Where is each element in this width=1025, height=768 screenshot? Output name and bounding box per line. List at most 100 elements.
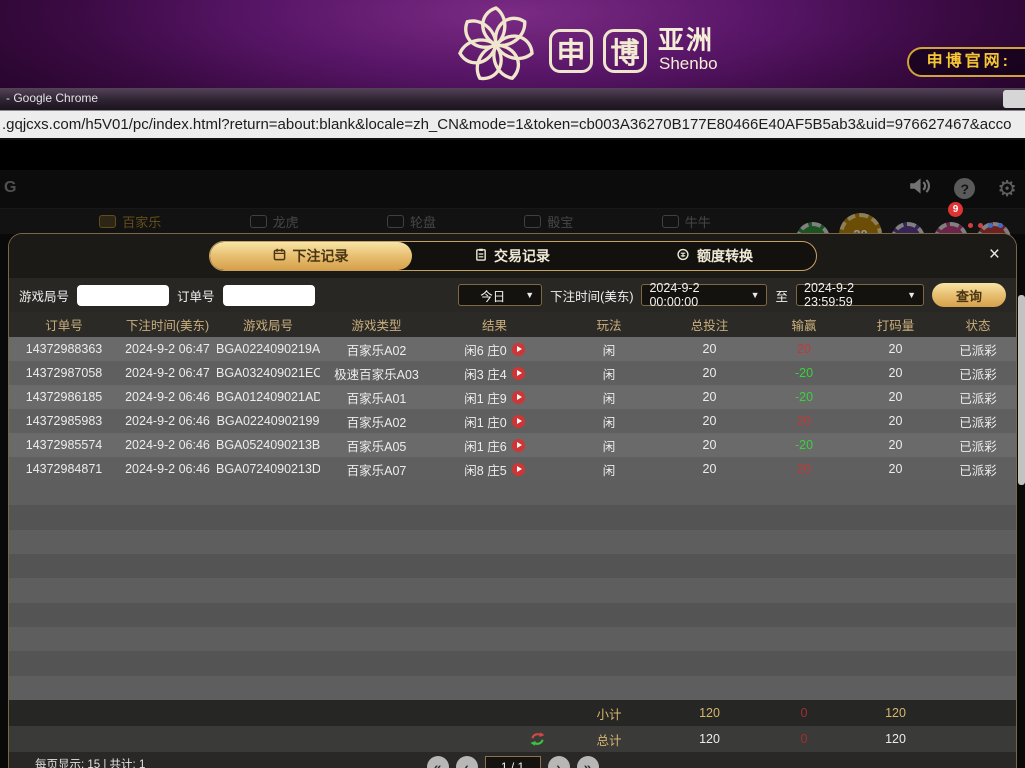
column-header: 结果: [433, 315, 556, 334]
total-turnover: 120: [851, 732, 940, 746]
play-video-button[interactable]: [512, 439, 525, 452]
result-text: 闲6 庄0: [464, 340, 506, 359]
cell-bet-time: 2024-9-2 06:46: [119, 462, 216, 476]
column-header: 玩法: [556, 315, 662, 334]
cell-order-id: 14372986185: [9, 390, 119, 404]
cell-round-id: BGA0524090213B: [216, 438, 320, 452]
game-round-input[interactable]: [77, 285, 169, 306]
brand-banner: 申 博 亚洲 Shenbo 申博官网:: [0, 0, 1025, 88]
tab-transactions[interactable]: 交易记录: [412, 242, 614, 270]
empty-row: [9, 676, 1016, 700]
window-control-button[interactable]: [1003, 90, 1025, 108]
to-label: 至: [775, 286, 788, 305]
cell-play: 闲: [556, 340, 662, 359]
empty-row: [9, 530, 1016, 554]
calendar-icon: [273, 248, 286, 264]
scrollbar[interactable]: [1018, 295, 1025, 485]
empty-row: [9, 578, 1016, 602]
table-row[interactable]: 143729859832024-9-2 06:46BGA02240902199百…: [9, 409, 1016, 433]
empty-row: [9, 481, 1016, 505]
brand-region-text: 亚洲: [658, 27, 714, 53]
date-from-select[interactable]: 2024-9-2 00:00:00 ▼: [641, 284, 767, 306]
subtotal-winloss: 0: [757, 706, 851, 720]
table-row[interactable]: 143729855742024-9-2 06:46BGA0524090213B百…: [9, 433, 1016, 457]
result-text: 闲8 庄5: [464, 460, 506, 479]
cell-win-loss: 20: [757, 342, 851, 356]
close-icon[interactable]: ×: [989, 245, 1000, 264]
order-input[interactable]: [223, 285, 315, 306]
cell-result: 闲8 庄5: [433, 460, 556, 479]
play-video-button[interactable]: [512, 367, 525, 380]
filter-row: 游戏局号 订单号 今日 ▼ 下注时间(美东) 2024-9-2 00:00:00…: [9, 278, 1016, 312]
cell-result: 闲3 庄4: [433, 364, 556, 383]
cell-order-id: 14372985983: [9, 414, 119, 428]
cell-round-id: BGA0224090219A: [216, 342, 320, 356]
coin-transfer-icon: [676, 248, 690, 264]
pager: « ‹ 1 / 1 › »: [427, 756, 599, 768]
modal-tabbar: 下注记录 交易记录 额度转换: [209, 241, 817, 271]
column-header: 下注时间(美东): [119, 315, 216, 334]
cell-bet-time: 2024-9-2 06:47: [119, 366, 216, 380]
table-row[interactable]: 143729848712024-9-2 06:46BGA0724090213D百…: [9, 457, 1016, 481]
cell-status: 已派彩: [940, 340, 1016, 359]
play-video-button[interactable]: [512, 463, 525, 476]
cell-play: 闲: [556, 412, 662, 431]
cell-order-id: 14372988363: [9, 342, 119, 356]
cell-status: 已派彩: [940, 460, 1016, 479]
result-text: 闲1 庄9: [464, 388, 506, 407]
cell-round-id: BGA032409021EC: [216, 366, 320, 380]
tab-credit-transfer[interactable]: 额度转换: [614, 242, 816, 270]
play-video-button[interactable]: [512, 415, 525, 428]
search-button[interactable]: 查询: [932, 283, 1006, 307]
play-video-button[interactable]: [512, 343, 525, 356]
cell-win-loss: -20: [757, 390, 851, 404]
result-text: 闲1 庄6: [464, 436, 506, 455]
cell-total-bet: 20: [662, 462, 757, 476]
range-select[interactable]: 今日 ▼: [458, 284, 542, 306]
brand-char-box: 博: [603, 29, 647, 73]
cell-turnover: 20: [851, 390, 940, 404]
table-row[interactable]: 143729870582024-9-2 06:47BGA032409021EC极…: [9, 361, 1016, 385]
first-page-button[interactable]: «: [427, 756, 449, 768]
cell-win-loss: -20: [757, 438, 851, 452]
column-header: 输赢: [757, 315, 851, 334]
cell-play: 闲: [556, 460, 662, 479]
modal-tab-zone: 下注记录 交易记录 额度转换 ×: [9, 234, 1016, 278]
tab-label: 下注记录: [293, 246, 349, 266]
screen: 申 博 亚洲 Shenbo 申博官网: - Google Chrome .gqj…: [0, 0, 1025, 768]
cell-play: 闲: [556, 364, 662, 383]
order-label: 订单号: [177, 286, 215, 305]
cell-total-bet: 20: [662, 438, 757, 452]
cell-game-type: 百家乐A05: [320, 436, 433, 455]
subtotal-label: 小计: [556, 704, 662, 723]
date-to-select[interactable]: 2024-9-2 23:59:59 ▼: [796, 284, 924, 306]
table-row[interactable]: 143729861852024-9-2 06:46BGA012409021AD百…: [9, 385, 1016, 409]
cell-status: 已派彩: [940, 412, 1016, 431]
table-row[interactable]: 143729883632024-9-2 06:47BGA0224090219A百…: [9, 337, 1016, 361]
address-bar[interactable]: .gqjcxs.com/h5V01/pc/index.html?return=a…: [0, 110, 1025, 140]
table-body: 143729883632024-9-2 06:47BGA0224090219A 百…: [9, 337, 1016, 481]
cell-status: 已派彩: [940, 364, 1016, 383]
page-indicator: 1 / 1: [485, 756, 541, 768]
official-site-button[interactable]: 申博官网:: [907, 47, 1025, 77]
tab-bet-records[interactable]: 下注记录: [210, 242, 412, 270]
next-page-button[interactable]: ›: [548, 756, 570, 768]
play-video-button[interactable]: [512, 391, 525, 404]
last-page-button[interactable]: »: [577, 756, 599, 768]
road-map-beads: [968, 223, 1003, 228]
cell-round-id: BGA012409021AD: [216, 390, 320, 404]
empty-row: [9, 651, 1016, 675]
prev-page-button[interactable]: ‹: [456, 756, 478, 768]
bet-time-label: 下注时间(美东): [550, 286, 633, 305]
cell-status: 已派彩: [940, 436, 1016, 455]
total-winloss: 0: [757, 732, 851, 746]
cell-round-id: BGA0724090213D: [216, 462, 320, 476]
pagination-bar: 每页显示: 15 | 共计: 1 « ‹ 1 / 1 › »: [9, 752, 1016, 768]
total-row: 总计 120 0 120: [9, 726, 1016, 752]
cell-turnover: 20: [851, 462, 940, 476]
bet-records-modal: 下注记录 交易记录 额度转换 × 游戏局号: [8, 233, 1017, 768]
cell-total-bet: 20: [662, 342, 757, 356]
brand-en-text: Shenbo: [659, 55, 718, 72]
refresh-icon[interactable]: [433, 731, 556, 747]
game-round-label: 游戏局号: [19, 286, 69, 305]
